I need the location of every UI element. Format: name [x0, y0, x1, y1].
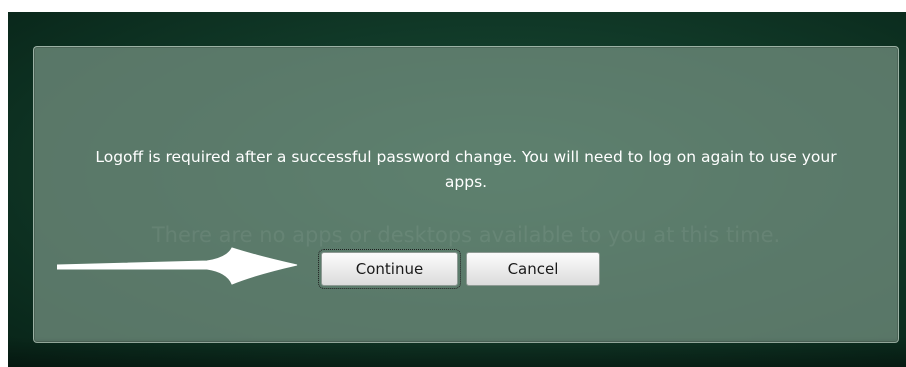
cancel-button[interactable]: Cancel [466, 252, 600, 286]
continue-button[interactable]: Continue [318, 249, 461, 289]
desktop-background: There are no apps or desktops available … [8, 12, 906, 367]
logoff-dialog: There are no apps or desktops available … [33, 46, 899, 343]
dialog-message: Logoff is required after a successful pa… [95, 148, 837, 191]
arrow-right-icon [57, 247, 298, 285]
